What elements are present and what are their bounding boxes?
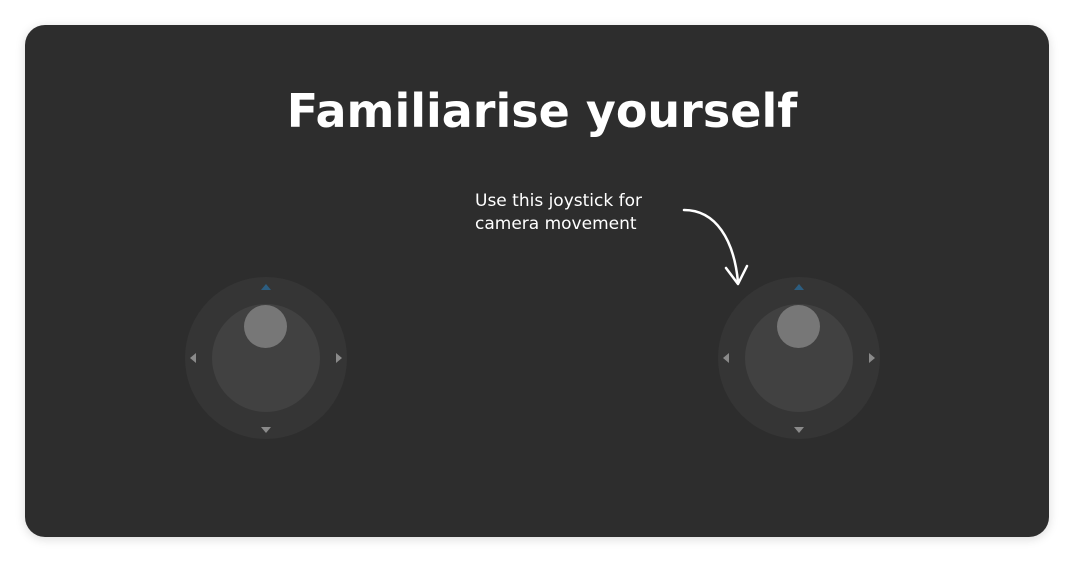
arrow-down-icon — [794, 427, 804, 433]
arrow-left-icon — [723, 353, 729, 363]
movement-joystick[interactable] — [185, 277, 347, 439]
arrow-right-icon — [869, 353, 875, 363]
joystick-knob[interactable] — [244, 305, 287, 348]
arrow-up-icon — [794, 284, 804, 290]
page-title: Familiarise yourself — [286, 84, 798, 138]
arrow-right-icon — [336, 353, 342, 363]
camera-joystick-hint: Use this joystick for camera movement — [475, 190, 642, 236]
arrow-up-icon — [261, 284, 271, 290]
arrow-left-icon — [190, 353, 196, 363]
joystick-knob[interactable] — [777, 305, 820, 348]
hint-line-2: camera movement — [475, 214, 637, 234]
hint-line-1: Use this joystick for — [475, 191, 642, 211]
arrow-down-icon — [261, 427, 271, 433]
camera-joystick[interactable] — [718, 277, 880, 439]
